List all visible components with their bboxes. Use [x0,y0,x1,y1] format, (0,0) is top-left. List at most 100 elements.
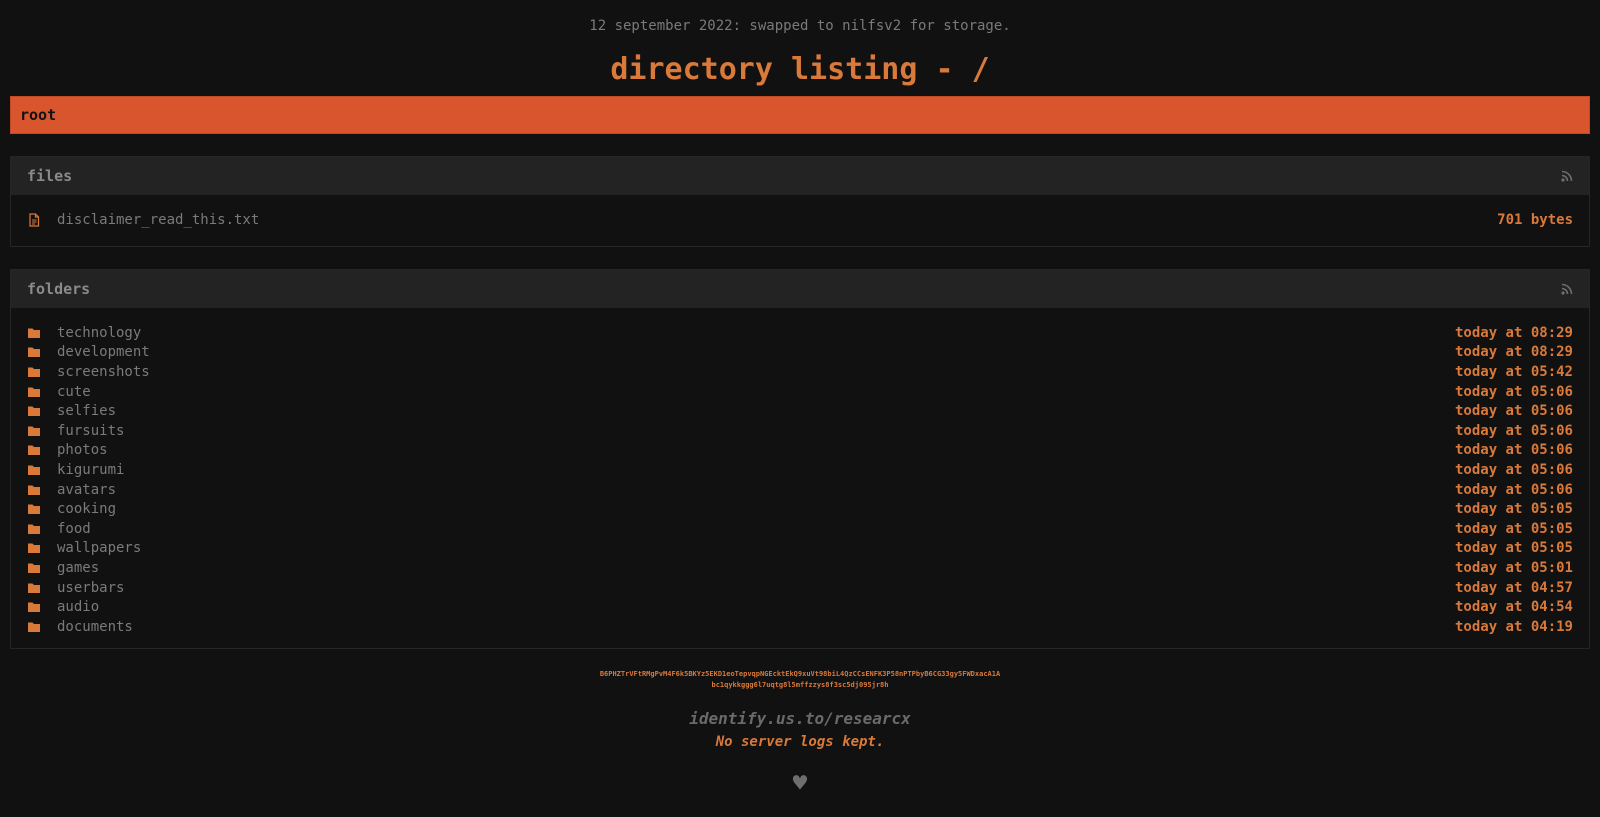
storage-notice: 12 september 2022: swapped to nilfsv2 fo… [589,18,1011,34]
crypto-address-1: B6PHZTrVFtRMgPvM4F6k5BKYz5EKD1eoTepvqpNG… [599,669,1001,678]
folder-row[interactable]: audio today at 04:54 [11,597,1589,617]
folder-icon [27,541,57,555]
folder-row-link[interactable]: avatars [27,482,116,498]
folder-row[interactable]: food today at 05:05 [11,519,1589,539]
folder-row-link[interactable]: cute [27,384,91,400]
folder-row-link[interactable]: selfies [27,403,116,419]
folder-row-link[interactable]: documents [27,619,133,635]
folder-row[interactable]: technology today at 08:29 [11,323,1589,343]
folder-icon [27,345,57,359]
files-panel: files disclaimer_read_this.txt 701 bytes [10,156,1590,247]
folder-row-name[interactable]: food [57,521,91,537]
folder-row-name[interactable]: games [57,560,99,576]
folder-row-meta: today at 05:06 [1454,442,1573,459]
folder-row-name[interactable]: selfies [57,403,116,419]
folder-row-name[interactable]: fursuits [57,423,124,439]
folder-icon [27,463,57,477]
folder-row-link[interactable]: photos [27,442,108,458]
folder-row[interactable]: selfies today at 05:06 [11,401,1589,421]
file-row-name[interactable]: disclaimer_read_this.txt [57,212,259,228]
folder-row-meta: today at 05:05 [1454,540,1573,557]
folders-list: technology today at 08:29 development today… [11,308,1589,648]
folder-row[interactable]: userbars today at 04:57 [11,578,1589,598]
folder-row-link[interactable]: kigurumi [27,462,124,478]
folder-row-name[interactable]: photos [57,442,108,458]
folder-icon [27,600,57,614]
folder-row[interactable]: screenshots today at 05:42 [11,362,1589,382]
folder-row-name[interactable]: kigurumi [57,462,124,478]
document-icon [27,213,57,227]
folder-row-name[interactable]: technology [57,325,141,341]
folder-row[interactable]: cute today at 05:06 [11,382,1589,402]
folder-row-link[interactable]: technology [27,325,141,341]
folder-row-meta: today at 04:54 [1454,599,1573,616]
folder-row-name[interactable]: avatars [57,482,116,498]
folder-row[interactable]: games today at 05:01 [11,558,1589,578]
folder-row-link[interactable]: cooking [27,501,116,517]
folder-icon [27,620,57,634]
file-row[interactable]: disclaimer_read_this.txt 701 bytes [11,204,1589,236]
folder-row-name[interactable]: screenshots [57,364,150,380]
file-row-link[interactable]: disclaimer_read_this.txt [27,212,259,228]
folder-row-link[interactable]: fursuits [27,423,124,439]
folder-row[interactable]: photos today at 05:06 [11,441,1589,461]
rss-icon[interactable] [1561,170,1573,182]
folder-row-link[interactable]: food [27,521,91,537]
folder-row-link[interactable]: userbars [27,580,124,596]
folder-row-meta: today at 05:06 [1454,403,1573,420]
signature-block: B6PHZTrVFtRMgPvM4F6k5BKYz5EKD1eoTepvqpNG… [0,669,1600,691]
folder-row-meta: today at 05:06 [1454,422,1573,439]
file-row-meta: 701 bytes [1497,212,1573,228]
rss-icon[interactable] [1561,283,1573,295]
folder-row-meta: today at 05:05 [1454,520,1573,537]
folder-row[interactable]: avatars today at 05:06 [11,480,1589,500]
folder-row[interactable]: cooking today at 05:05 [11,499,1589,519]
folder-row-meta: today at 05:06 [1454,481,1573,498]
folder-row[interactable]: documents today at 04:19 [11,617,1589,637]
page-title: directory listing - / [610,52,990,87]
folder-icon [27,581,57,595]
folder-icon [27,483,57,497]
folder-row[interactable]: development today at 08:29 [11,343,1589,363]
folder-row-link[interactable]: audio [27,599,99,615]
folder-row-name[interactable]: wallpapers [57,540,141,556]
folder-row-link[interactable]: games [27,560,99,576]
files-panel-header: files [11,157,1589,195]
folder-icon [27,522,57,536]
folder-row[interactable]: wallpapers today at 05:05 [11,539,1589,559]
folder-row-name[interactable]: audio [57,599,99,615]
folders-panel: folders technology today at 08:29 developm… [10,269,1590,649]
no-logs-notice: No server logs kept. [715,733,885,750]
folder-icon [27,424,57,438]
folder-row-link[interactable]: screenshots [27,364,150,380]
folder-row-meta: today at 05:01 [1454,559,1573,576]
folder-row-name[interactable]: cute [57,384,91,400]
folder-row-meta: today at 05:06 [1454,383,1573,400]
folder-row-link[interactable]: wallpapers [27,540,141,556]
files-heading: files [27,167,73,185]
folder-row[interactable]: fursuits today at 05:06 [11,421,1589,441]
folder-icon [27,502,57,516]
folder-icon [27,404,57,418]
folders-heading: folders [27,280,91,298]
folder-row-link[interactable]: development [27,344,150,360]
folder-icon [27,385,57,399]
folder-row-name[interactable]: documents [57,619,133,635]
heart-icon: ♥ [792,768,808,797]
breadcrumb-root-link[interactable]: root [20,106,56,124]
folder-row-meta: today at 04:19 [1454,618,1573,635]
folder-row-meta: today at 05:42 [1454,363,1573,380]
files-list: disclaimer_read_this.txt 701 bytes [11,195,1589,246]
folder-icon [27,561,57,575]
breadcrumb: root [10,96,1590,134]
crypto-address-2: bc1qykkggg6l7uqtg8l5mffzzys8f3sc5dj095jr… [711,680,889,689]
folder-row-name[interactable]: cooking [57,501,116,517]
folder-row-name[interactable]: userbars [57,580,124,596]
folder-icon [27,326,57,340]
folder-row-meta: today at 08:29 [1454,324,1573,341]
folder-row[interactable]: kigurumi today at 05:06 [11,460,1589,480]
folder-row-name[interactable]: development [57,344,150,360]
folder-row-meta: today at 05:06 [1454,461,1573,478]
folder-icon [27,443,57,457]
site-link[interactable]: identify.us.to/researcx [0,708,1600,730]
